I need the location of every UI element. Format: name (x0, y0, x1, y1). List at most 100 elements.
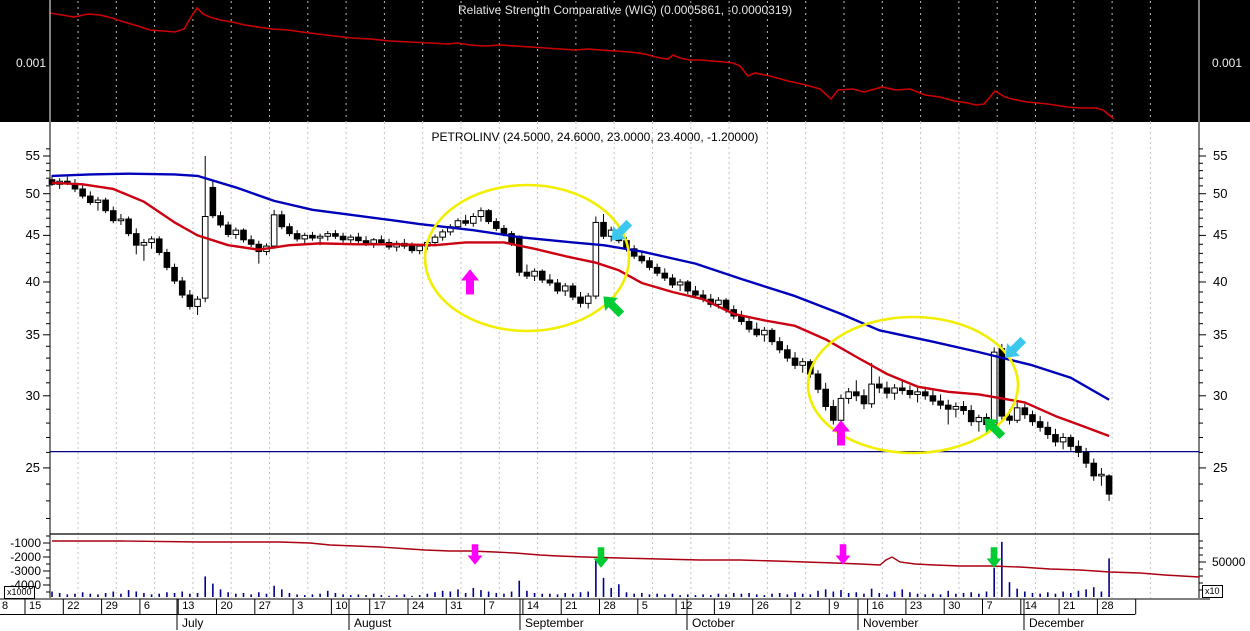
candle-body (715, 299, 722, 305)
x-axis-date-label: 6 (143, 600, 151, 612)
price-tick-label-left: 50 (25, 185, 40, 201)
candle-body (569, 285, 577, 298)
candle-body (515, 235, 523, 273)
top-panel-title: Relative Strength Comparative (WIG) (0.0… (458, 3, 793, 17)
candle-body (485, 210, 492, 223)
candle-body (247, 239, 255, 245)
candle-body (1044, 426, 1052, 436)
candle-body (1082, 451, 1090, 464)
candle-body (492, 221, 500, 229)
price-tick-label-left: 40 (25, 273, 40, 289)
price-tick-label-right: 30 (1213, 387, 1228, 403)
candle-body (109, 210, 117, 222)
x-axis-date-label: 3 (297, 600, 304, 612)
candle-body (477, 210, 485, 218)
candle-body (960, 405, 967, 412)
x-axis-date-label: 28 (603, 600, 616, 612)
x-axis-date-label: 20 (220, 600, 233, 612)
x-axis-month-label: July (182, 616, 204, 630)
candle-body (784, 349, 791, 359)
candle-body (408, 245, 416, 252)
candle-body (232, 229, 240, 236)
volume-axis-label: 50000 (1212, 555, 1246, 569)
candle-body (676, 281, 684, 286)
candle-body (355, 236, 362, 242)
chart-canvas[interactable] (0, 0, 1250, 631)
candle-body (776, 341, 784, 351)
candle-body (201, 216, 209, 299)
volume-multiplier-box: x10 (1202, 585, 1223, 598)
candle-body (278, 214, 286, 228)
x-axis-month-label: December (1029, 616, 1085, 630)
candle-body (761, 329, 768, 336)
candle-body (500, 227, 508, 235)
rs-panel-background (0, 0, 1250, 122)
candle-body (868, 383, 875, 405)
x-axis-date-label: 30 (948, 600, 961, 612)
x-axis-month-label: October (692, 616, 735, 630)
candle-body (921, 391, 929, 397)
candle-body (661, 272, 669, 279)
candle-body (860, 395, 868, 405)
candle-body (1029, 414, 1036, 423)
candle-body (814, 373, 822, 390)
candle-body (309, 234, 316, 239)
candle-body (171, 266, 178, 282)
candle-body (891, 387, 898, 394)
x-axis-month-label: November (863, 616, 919, 630)
candle-body (178, 280, 186, 296)
x-axis-date-label: 14 (526, 600, 540, 612)
candle-body (1059, 436, 1067, 443)
indicator-tick-label: -1000 (10, 536, 41, 550)
x-axis-date-label: 10 (335, 600, 348, 612)
candle-body (845, 391, 852, 399)
candle-body (1013, 407, 1021, 421)
candle-body (194, 298, 201, 307)
rs-axis-label-left: 0.001 (15, 56, 46, 70)
candle-body (217, 215, 224, 226)
candle-body (1021, 407, 1029, 416)
candle-body (584, 295, 592, 304)
candle-body (638, 255, 646, 262)
x-axis-date-label: 28 (1101, 600, 1114, 612)
price-tick-label-right: 35 (1213, 326, 1228, 342)
candle-body (875, 383, 883, 389)
candle-body (117, 218, 125, 222)
x-axis-date-label: 23 (909, 600, 923, 612)
candle-body (577, 296, 584, 304)
candle-body (830, 405, 837, 421)
candle-body (753, 328, 761, 336)
candle-body (416, 245, 423, 252)
candle-body (94, 199, 102, 204)
candle-body (1098, 473, 1105, 477)
candle-body (653, 266, 661, 274)
candle-body (439, 231, 446, 238)
indicator-tick-label: -4000 (10, 578, 41, 592)
x-axis-date-label: 17 (373, 600, 386, 612)
candle-body (592, 221, 600, 297)
x-axis-date-label: 14 (1024, 600, 1038, 612)
candle-body (132, 233, 140, 246)
x-axis-date-label: 8 (2, 600, 9, 612)
candle-body (914, 391, 921, 395)
candle-body (929, 395, 937, 402)
candle-body (462, 220, 469, 224)
candle-body (1105, 475, 1113, 495)
candle-body (431, 236, 439, 243)
candle-body (125, 218, 132, 235)
candle-body (155, 238, 163, 253)
candle-body (186, 294, 194, 307)
candle-body (293, 233, 301, 240)
price-tick-label-left: 25 (25, 459, 40, 475)
candle-body (883, 387, 891, 394)
candle-body (286, 226, 293, 235)
main-panel-title: PETROLINV (24.5000, 24.6000, 23.0000, 23… (431, 130, 759, 144)
candle-body (240, 229, 247, 241)
x-axis-date-label: 9 (833, 600, 840, 612)
price-tick-label-left: 35 (25, 326, 40, 342)
candle-body (102, 199, 109, 212)
candle-body (561, 285, 569, 292)
indicator-tick-label: -2000 (10, 550, 41, 564)
candle-body (332, 233, 339, 237)
candle-body (745, 320, 753, 330)
